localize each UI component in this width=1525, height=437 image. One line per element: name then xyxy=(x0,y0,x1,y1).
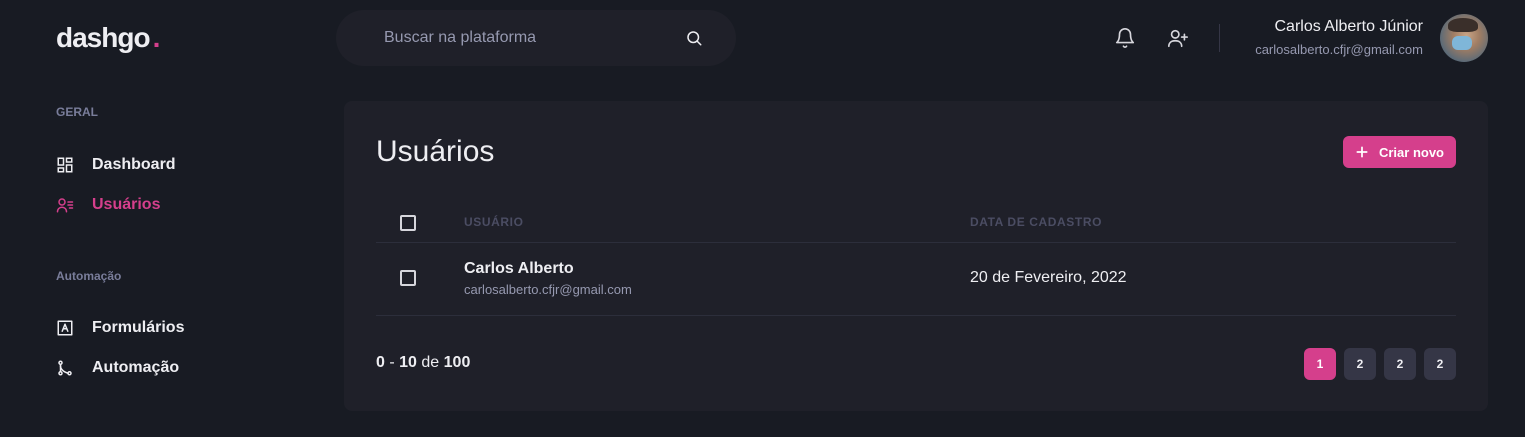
range-of-label: de xyxy=(421,354,440,371)
users-icon xyxy=(56,198,74,213)
page-button-2[interactable]: 2 xyxy=(1344,348,1376,380)
range-start: 0 xyxy=(376,354,385,371)
range-total: 100 xyxy=(443,354,471,371)
user-email: carlosalberto.cfjr@gmail.com xyxy=(464,282,632,297)
create-new-label: Criar novo xyxy=(1378,144,1444,160)
dashboard-icon xyxy=(57,157,73,173)
avatar-hair xyxy=(1448,18,1478,32)
sidebar-item-formularios[interactable]: Formulários xyxy=(56,319,184,337)
notification-bell-icon[interactable] xyxy=(1114,27,1136,49)
page-title: Usuários xyxy=(376,135,495,168)
range-separator: - xyxy=(389,354,395,371)
sidebar-item-automacao[interactable]: Automação xyxy=(56,359,179,377)
pagination: 1 2 2 2 xyxy=(1304,348,1456,380)
sidebar-item-label: Usuários xyxy=(92,196,161,213)
search-bar[interactable] xyxy=(336,10,736,66)
create-new-button[interactable]: Criar novo xyxy=(1343,136,1456,168)
sidebar-item-label: Formulários xyxy=(92,319,185,336)
plus-icon xyxy=(1356,146,1368,158)
select-all-checkbox[interactable] xyxy=(400,215,416,231)
column-header-usuario: USUÁRIO xyxy=(464,215,524,229)
page-button-4[interactable]: 2 xyxy=(1424,348,1456,380)
profile-name: Carlos Alberto Júnior xyxy=(1274,18,1423,35)
sidebar-item-label: Automação xyxy=(92,359,180,376)
sidebar-section-automacao: Automação xyxy=(56,269,122,283)
table-row: Carlos Alberto carlosalberto.cfjr@gmail.… xyxy=(376,243,1456,316)
logo-text: dashgo xyxy=(56,22,151,53)
avatar-mask xyxy=(1452,36,1472,50)
sidebar-item-dashboard[interactable]: Dashboard xyxy=(56,156,176,174)
app-logo[interactable]: dashgo. xyxy=(56,22,161,54)
sidebar-item-usuarios[interactable]: Usuários xyxy=(56,196,160,214)
table-header: USUÁRIO DATA DE CADASTRO xyxy=(376,203,1456,243)
search-icon[interactable] xyxy=(684,28,704,48)
pagination-range: 0 - 10 de 100 xyxy=(376,354,470,372)
users-card: Usuários Criar novo USUÁRIO DATA DE CADA… xyxy=(344,101,1488,411)
column-header-data-cadastro: DATA DE CADASTRO xyxy=(970,215,1103,229)
form-icon xyxy=(57,320,73,336)
sidebar-section-geral: GERAL xyxy=(56,105,98,119)
page-button-1[interactable]: 1 xyxy=(1304,348,1336,380)
user-registration-date: 20 de Fevereiro, 2022 xyxy=(970,269,1127,286)
add-user-icon[interactable] xyxy=(1167,27,1189,49)
row-checkbox[interactable] xyxy=(400,270,416,286)
git-branch-icon xyxy=(58,360,72,376)
profile-email: carlosalberto.cfjr@gmail.com xyxy=(1255,42,1423,57)
search-input[interactable] xyxy=(384,29,684,47)
logo-dot: . xyxy=(152,22,161,53)
user-name: Carlos Alberto xyxy=(464,260,574,277)
avatar[interactable] xyxy=(1440,14,1488,62)
page-button-3[interactable]: 2 xyxy=(1384,348,1416,380)
sidebar-item-label: Dashboard xyxy=(92,156,176,173)
range-end: 10 xyxy=(399,354,417,371)
header-divider xyxy=(1219,24,1220,52)
